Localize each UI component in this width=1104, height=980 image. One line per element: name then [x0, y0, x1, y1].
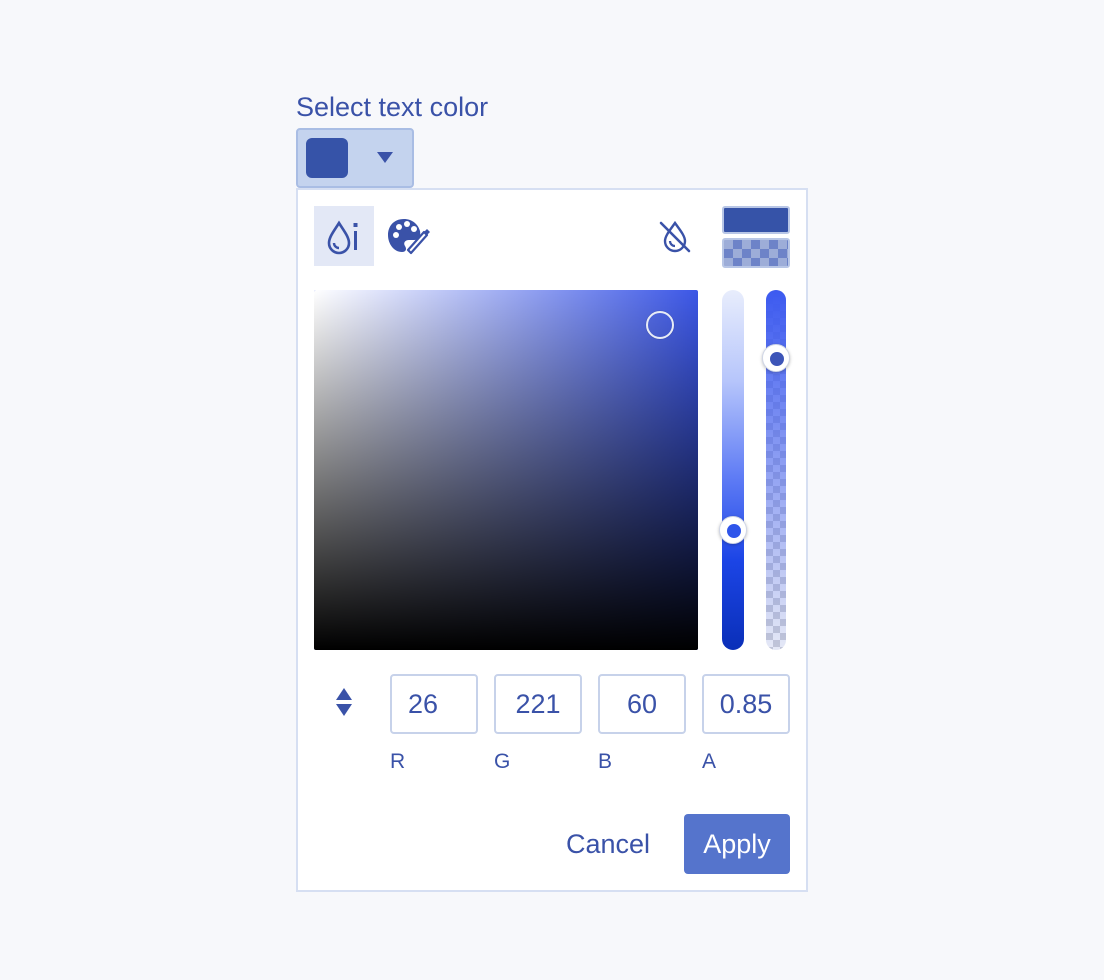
alpha-input[interactable]: 0.85 — [702, 674, 790, 734]
up-down-toggle-icon — [336, 688, 352, 716]
cancel-button[interactable]: Cancel — [548, 814, 668, 874]
blue-label: B — [598, 750, 613, 773]
color-dropdown-trigger[interactable] — [296, 128, 414, 188]
green-value: 221 — [515, 688, 561, 719]
field-label: Select text color — [296, 92, 489, 122]
saturation-value-area[interactable] — [314, 290, 698, 650]
color-preview — [722, 206, 790, 268]
selected-color-swatch — [306, 138, 348, 178]
palette-tool[interactable] — [384, 212, 432, 260]
palette-brush-icon — [388, 219, 430, 255]
apply-button[interactable]: Apply — [684, 814, 790, 874]
color-mode-toggle[interactable] — [334, 686, 354, 718]
saturation-value-handle[interactable] — [646, 311, 674, 339]
red-value: 26 — [408, 688, 439, 719]
hue-slider-handle[interactable] — [719, 515, 747, 544]
alpha-slider-handle[interactable] — [762, 343, 790, 372]
color-drop-picker-icon — [327, 220, 358, 255]
hue-slider[interactable] — [719, 290, 747, 650]
transparent-color-preview — [722, 238, 790, 268]
blue-input[interactable]: 60 — [598, 674, 686, 734]
no-color-tool[interactable] — [658, 218, 692, 254]
green-label: G — [494, 750, 511, 773]
green-input[interactable]: 221 — [494, 674, 582, 734]
color-drop-picker-tool[interactable] — [314, 206, 374, 266]
red-label: R — [390, 750, 406, 773]
blue-value: 60 — [626, 688, 658, 719]
alpha-value: 0.85 — [719, 688, 773, 719]
solid-color-preview — [722, 206, 790, 234]
no-color-drop-icon — [659, 220, 691, 253]
color-picker-panel: 26 221 60 0.85 R G B A Cancel Apply — [296, 188, 808, 892]
red-input[interactable]: 26 — [390, 674, 478, 734]
alpha-label: A — [702, 750, 717, 773]
chevron-down-icon — [377, 152, 393, 163]
